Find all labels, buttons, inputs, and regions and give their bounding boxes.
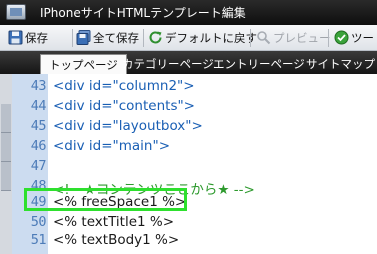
side-strip-item[interactable] xyxy=(1,104,11,133)
window-title: IPhoneサイトHTMLテンプレート編集 xyxy=(40,6,246,20)
preview-label: プレビュー xyxy=(273,30,331,45)
magnifier-icon xyxy=(256,30,271,45)
save-all-button[interactable]: 全て保存 xyxy=(76,28,139,47)
line-number: 46 xyxy=(30,138,47,154)
code-line: <% textBody1 %> xyxy=(53,232,180,248)
tab-entry-page[interactable]: エントリーページ xyxy=(213,54,305,74)
restore-default-label: デフォルトに戻す xyxy=(165,30,257,45)
toolbar-divider xyxy=(72,29,73,47)
highlight-box xyxy=(24,188,187,211)
tools-label: ツー xyxy=(351,30,374,45)
save-label: 保存 xyxy=(25,30,48,45)
line-number: 43 xyxy=(30,78,47,94)
code-line: <div id="layoutbox"> xyxy=(53,118,203,134)
line-number: 50 xyxy=(30,214,47,230)
line-number: 44 xyxy=(30,98,47,114)
code-line: <div id="main"> xyxy=(53,138,171,154)
code-line: <div id="contents"> xyxy=(53,98,195,114)
left-side-strip xyxy=(0,74,12,254)
side-strip-item[interactable] xyxy=(1,133,11,162)
title-bar: IPhoneサイトHTMLテンプレート編集 xyxy=(0,0,377,25)
tab-category-page[interactable]: カテゴリーページ xyxy=(122,54,214,74)
code-line: <div id="column2"> xyxy=(53,78,195,94)
save-all-icon xyxy=(76,30,91,45)
floppy-disk-icon xyxy=(8,30,23,45)
restore-default-button[interactable]: デフォルトに戻す xyxy=(148,28,257,47)
page-tabs: トップページ カテゴリーページ エントリーページ サイトマップ xyxy=(0,51,377,74)
preview-button[interactable]: プレビュー xyxy=(256,28,331,47)
code-line: <% textTitle1 %> xyxy=(53,214,175,230)
side-strip-item[interactable] xyxy=(1,162,11,191)
app-icon xyxy=(6,4,26,20)
tab-top-page[interactable]: トップページ xyxy=(40,54,127,74)
line-number-gutter: 43 44 45 46 47 48 49 50 51 xyxy=(12,74,48,254)
line-number: 51 xyxy=(30,232,47,248)
template-editor-window: IPhoneサイトHTMLテンプレート編集 保存 全て保存 デフォルトに戻す プ… xyxy=(0,0,377,254)
line-number: 45 xyxy=(30,118,47,134)
save-all-label: 全て保存 xyxy=(93,30,139,45)
toolbar-divider xyxy=(328,29,329,47)
save-button[interactable]: 保存 xyxy=(8,28,48,47)
line-number: 47 xyxy=(30,158,47,174)
tools-button[interactable]: ツー xyxy=(334,28,374,47)
tab-sitemap[interactable]: サイトマップ xyxy=(306,54,375,74)
toolbar: 保存 全て保存 デフォルトに戻す プレビュー ツー xyxy=(0,25,377,51)
check-circle-icon xyxy=(334,30,349,45)
code-editor[interactable]: <div id="column2"> <div id="contents"> <… xyxy=(48,74,377,254)
refresh-icon xyxy=(148,30,163,45)
toolbar-divider xyxy=(250,29,251,47)
toolbar-divider xyxy=(143,29,144,47)
